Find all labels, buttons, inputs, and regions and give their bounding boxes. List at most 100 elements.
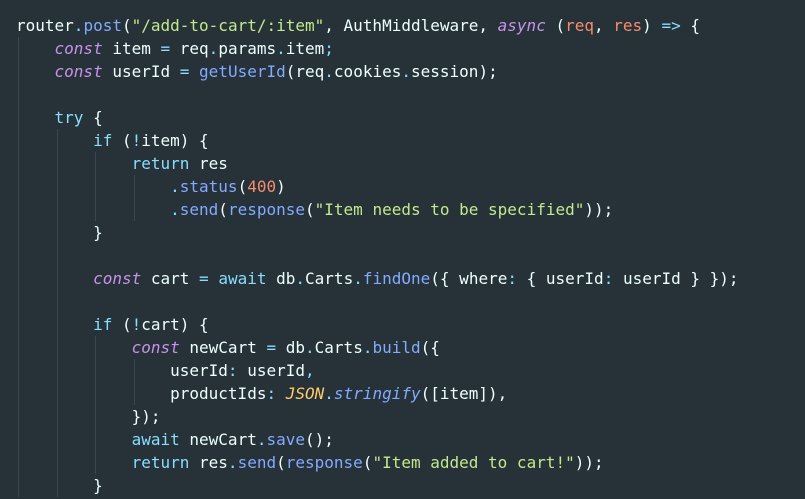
code-token: cart) { [141, 315, 209, 334]
code-token: newCart [179, 430, 257, 449]
code-line: .status(400) [16, 175, 739, 198]
code-token: ; [324, 39, 334, 58]
code-token: await [131, 430, 180, 449]
code-token: req [170, 39, 209, 58]
code-token: . [227, 453, 238, 472]
code-token: post [83, 16, 122, 35]
code-line: return res [16, 152, 739, 175]
code-token: ) [276, 177, 286, 196]
code-token: async [497, 16, 546, 35]
code-token: db [276, 338, 306, 357]
code-token: = [179, 62, 190, 81]
code-token: newCart [179, 338, 267, 357]
code-token: , [594, 16, 614, 35]
code-token: { userId [516, 269, 604, 288]
code-token: . [353, 269, 363, 288]
code-token: )); [584, 200, 614, 219]
code-line: if (!cart) { [16, 313, 739, 336]
code-token: ( [362, 453, 373, 472]
code-token: AuthMiddleware [343, 16, 479, 35]
code-line: } [16, 221, 739, 244]
code-token: (); [305, 430, 334, 449]
code-token: item [285, 39, 325, 58]
code-token: )); [574, 453, 604, 472]
code-token: , [305, 361, 315, 380]
code-token: ! [131, 131, 142, 150]
code-token: ( [545, 16, 566, 35]
code-token: const [93, 269, 142, 288]
code-token: { [83, 108, 103, 127]
code-line: if (!item) { [16, 129, 739, 152]
code-token: } [93, 476, 103, 495]
code-token: ! [131, 315, 142, 334]
code-token: build [372, 338, 421, 357]
code-token: return [131, 154, 190, 173]
code-token: userId [170, 361, 228, 380]
code-token: = [199, 269, 209, 288]
code-token: userId } }); [613, 269, 739, 288]
code-token: res [613, 16, 643, 35]
code-token: = [266, 338, 277, 357]
code-token: : [603, 269, 614, 288]
code-token: const [131, 338, 180, 357]
code-token: } [93, 223, 103, 242]
code-editor[interactable]: router.post("/add-to-cart/:item", AuthMi… [0, 0, 805, 499]
code-token: . [305, 338, 315, 357]
code-token: : [507, 269, 517, 288]
code-token: return [131, 453, 190, 472]
code-token: session [411, 62, 479, 81]
code-token: . [170, 177, 180, 196]
code-token: cookies [333, 62, 402, 81]
code-content[interactable]: router.post("/add-to-cart/:item", AuthMi… [16, 14, 739, 497]
code-token: const [54, 39, 103, 58]
code-line: const userId = getUserId(req.cookies.ses… [16, 60, 739, 83]
code-token: . [170, 200, 180, 219]
code-line: router.post("/add-to-cart/:item", AuthMi… [16, 14, 739, 37]
code-token: cart [141, 269, 200, 288]
code-token: . [208, 39, 219, 58]
code-token: userId [237, 361, 305, 380]
code-token: "Item needs to be specified" [314, 200, 585, 219]
code-token: ( [276, 453, 286, 472]
code-token: productIds [170, 384, 267, 403]
code-token: response [285, 453, 363, 472]
code-line: productIds: JSON.stringify([item]), [16, 382, 739, 405]
code-token: (req [285, 62, 325, 81]
code-token: { [680, 16, 700, 35]
code-line: const newCart = db.Carts.build({ [16, 336, 739, 359]
code-token: req [565, 16, 594, 35]
code-token: if [93, 315, 113, 334]
code-token: : [266, 384, 277, 403]
code-token: response [227, 200, 305, 219]
code-token: 400 [247, 177, 277, 196]
code-line: return res.send(response("Item added to … [16, 451, 739, 474]
code-token: . [73, 16, 84, 35]
code-token: ({ [420, 338, 440, 357]
code-token: ({ where [430, 269, 508, 288]
code-token: getUserId [199, 62, 286, 81]
code-line: const item = req.params.item; [16, 37, 739, 60]
code-token: ( [112, 131, 132, 150]
code-token: : [227, 361, 238, 380]
code-token: status [179, 177, 238, 196]
code-token: res [189, 453, 228, 472]
code-line: .send(response("Item needs to be specifi… [16, 198, 739, 221]
code-token: ( [112, 315, 132, 334]
code-token: userId [102, 62, 180, 81]
code-token: item) { [141, 131, 209, 150]
code-token: ( [237, 177, 248, 196]
